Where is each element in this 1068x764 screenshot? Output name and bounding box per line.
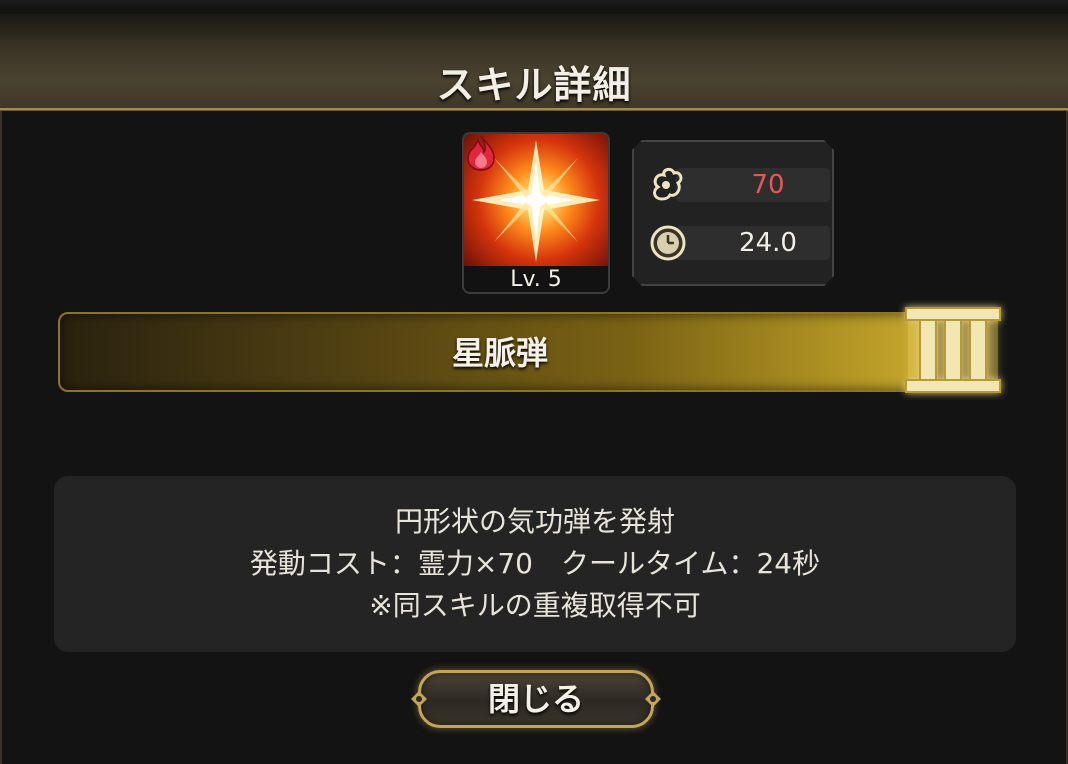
description-line-1: 円形状の気功弾を発射 xyxy=(394,505,675,538)
close-button[interactable]: 閉じる xyxy=(408,666,664,732)
skill-icon-card: Lv. 5 xyxy=(462,132,610,294)
fire-element-icon xyxy=(467,135,495,171)
cost-value: 70 xyxy=(751,170,785,200)
clock-icon xyxy=(650,225,686,261)
skill-level-label: Lv. 5 xyxy=(464,266,608,292)
cooldown-value: 24.0 xyxy=(739,228,797,258)
skill-stats-box: 70 24.0 xyxy=(632,140,834,286)
dialog-header: スキル詳細 xyxy=(0,14,1068,110)
rank-iii-badge xyxy=(905,307,1001,393)
description-line-2: 発動コスト：霊力×70 クールタイム：24秒 xyxy=(249,547,821,580)
skill-burst-icon xyxy=(464,134,608,266)
skill-name-banner: 星脈弾 xyxy=(58,312,938,392)
page-title: スキル詳細 xyxy=(436,63,632,107)
spirit-cost-icon xyxy=(653,167,683,201)
skill-detail-screen: スキル詳細 Lv. 5 70 24.0 星脈弾 円形状の気功弾を発射 発動コスト… xyxy=(0,0,1068,764)
skill-description-box: 円形状の気功弾を発射 発動コスト：霊力×70 クールタイム：24秒 ※同スキルの… xyxy=(54,476,1016,652)
description-line-3: ※同スキルの重複取得不可 xyxy=(369,589,701,622)
close-button-label: 閉じる xyxy=(487,680,584,718)
cooldown-stat-row: 24.0 xyxy=(648,225,830,261)
top-strip xyxy=(0,0,1068,14)
skill-name: 星脈弾 xyxy=(451,334,548,372)
cost-stat-row: 70 xyxy=(648,167,830,202)
